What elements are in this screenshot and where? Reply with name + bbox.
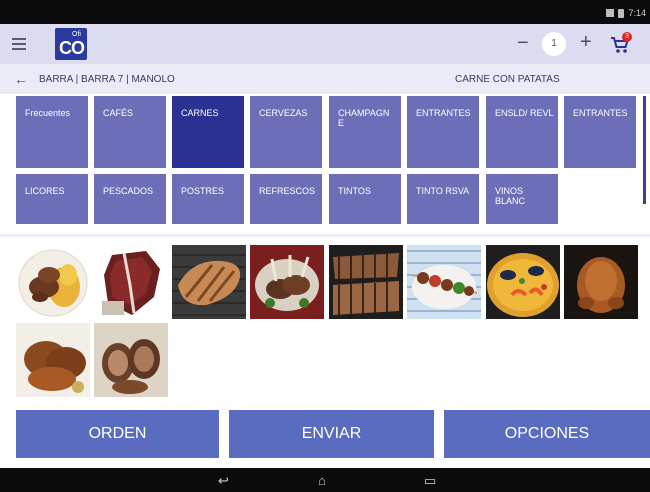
cart-badge: 3 [622,32,632,42]
breadcrumb: BARRA | BARRA 7 | MANOLO [39,74,175,85]
app-logo: Ofi CO [55,28,87,60]
category-licores[interactable]: LICORES [16,174,88,224]
decrease-quantity-button[interactable]: − [517,32,529,55]
back-nav-icon[interactable]: ↩ [218,473,229,489]
category-grid: Frecuentes CAFÉS CARNES CERVEZAS CHAMPAG… [0,94,650,234]
category-entrantes[interactable]: ENTRANTES [407,96,479,168]
product-photo-rolled-meat[interactable] [94,323,168,397]
status-time: 7:14 [628,8,646,18]
cart-button[interactable]: 3 [610,32,632,54]
app-bar: Ofi CO − 1 + 3 [0,24,650,64]
enviar-button[interactable]: ENVIAR [229,410,434,458]
system-nav-bar: ↩ ⌂ ▭ [0,468,650,492]
product-photo-sirloin[interactable] [16,245,90,319]
product-photo-grid [0,240,650,406]
category-pescados[interactable]: PESCADOS [94,174,166,224]
category-champagne[interactable]: CHAMPAGN E [329,96,401,168]
product-photo-tbone[interactable] [94,245,168,319]
category-postres[interactable]: POSTRES [172,174,244,224]
orden-button[interactable]: ORDEN [16,410,219,458]
opciones-button[interactable]: OPCIONES [444,410,650,458]
status-bar: 7:14 [0,0,650,24]
increase-quantity-button[interactable]: + [580,31,592,54]
category-frecuentes[interactable]: Frecuentes [16,96,88,168]
category-ensld-revl[interactable]: ENSLD/ REVL [486,96,558,168]
category-refrescos[interactable]: REFRESCOS [250,174,322,224]
product-photo-paella[interactable] [486,245,560,319]
category-tintos[interactable]: TINTOS [329,174,401,224]
product-photo-roast-quail[interactable] [16,323,90,397]
product-photo-skewers[interactable] [407,245,481,319]
order-title: CARNE CON PATATAS [455,74,560,85]
category-entrantes-2[interactable]: ENTRANTES [564,96,636,168]
category-cervezas[interactable]: CERVEZAS [250,96,322,168]
category-scrollbar[interactable] [643,96,646,204]
product-photo-lamb-chops[interactable] [250,245,324,319]
battery-icon [618,8,625,18]
logo-small-text: Ofi [72,31,81,38]
category-vinos-blanc[interactable]: VINOS BLANC [486,174,558,224]
category-carnes[interactable]: CARNES [172,96,244,168]
breadcrumb-bar: ← BARRA | BARRA 7 | MANOLO CARNE CON PAT… [0,64,650,94]
category-tinto-rsva[interactable]: TINTO RSVA [407,174,479,224]
logo-big-text: CO [59,38,85,58]
product-photo-grilled-chops[interactable] [329,245,403,319]
divider [0,234,650,237]
recents-nav-icon[interactable]: ▭ [424,473,436,489]
product-photo-roast-chicken[interactable] [564,245,638,319]
home-nav-icon[interactable]: ⌂ [318,473,326,488]
menu-icon[interactable] [12,38,26,50]
signal-icon [606,9,615,17]
quantity-counter: 1 [542,32,566,56]
category-cafes[interactable]: CAFÉS [94,96,166,168]
product-photo-grilled-steak[interactable] [172,245,246,319]
back-arrow-icon[interactable]: ← [14,71,28,87]
